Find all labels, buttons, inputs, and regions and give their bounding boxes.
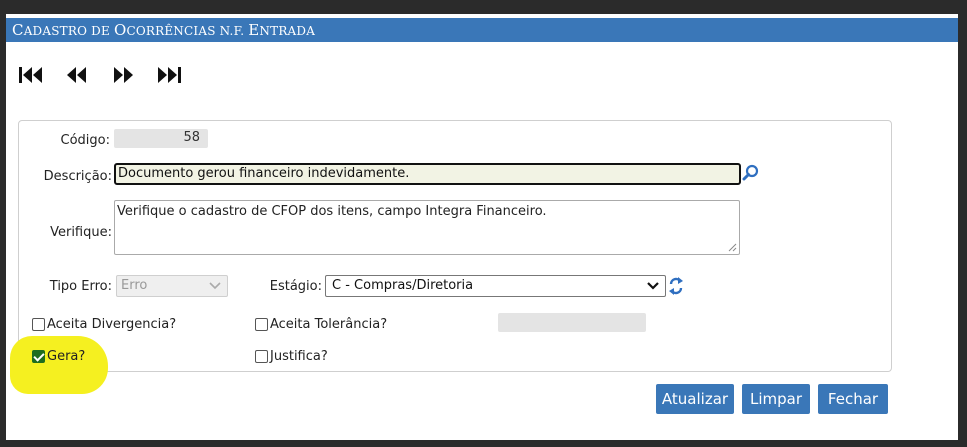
tipo-erro-value: Erro bbox=[121, 278, 148, 293]
verifique-label: Verifique: bbox=[50, 225, 112, 240]
aceita-divergencia-label: Aceita Divergencia? bbox=[47, 317, 177, 332]
tipo-erro-label: Tipo Erro: bbox=[49, 279, 112, 294]
title-part: CORRÊNCIAS N.F. bbox=[126, 24, 249, 38]
aceita-tolerancia-checkbox[interactable]: Aceita Tolerância? bbox=[255, 317, 387, 332]
first-record-icon[interactable] bbox=[18, 63, 44, 87]
justifica-checkbox[interactable]: Justifica? bbox=[255, 349, 328, 364]
verifique-text: Verifique o cadastro de CFOP dos itens, … bbox=[117, 204, 547, 219]
checkbox-box[interactable] bbox=[255, 318, 268, 331]
estagio-label: Estágio: bbox=[269, 279, 322, 294]
justifica-label: Justifica? bbox=[270, 349, 328, 364]
descricao-label: Descrição: bbox=[43, 169, 112, 184]
gera-checkbox[interactable]: Gera? bbox=[32, 349, 85, 364]
gera-label: Gera? bbox=[47, 349, 86, 364]
limpar-button[interactable]: Limpar bbox=[742, 384, 810, 414]
estagio-value: C - Compras/Diretoria bbox=[332, 278, 474, 293]
highlight-marker bbox=[10, 336, 108, 394]
resize-grip-icon[interactable] bbox=[728, 243, 737, 252]
aceita-divergencia-checkbox[interactable]: Aceita Divergencia? bbox=[32, 317, 176, 332]
search-icon[interactable] bbox=[742, 164, 760, 182]
next-record-icon[interactable] bbox=[110, 63, 136, 87]
descricao-input[interactable]: Documento gerou financeiro indevidamente… bbox=[114, 163, 741, 185]
chevron-down-icon bbox=[209, 282, 221, 290]
record-navigation bbox=[18, 60, 182, 90]
checkbox-box-checked[interactable] bbox=[32, 350, 45, 363]
checkbox-box[interactable] bbox=[255, 350, 268, 363]
atualizar-button[interactable]: Atualizar bbox=[656, 384, 734, 414]
previous-record-icon[interactable] bbox=[64, 63, 90, 87]
last-record-icon[interactable] bbox=[156, 63, 182, 87]
title-part: E bbox=[248, 21, 260, 39]
fechar-button[interactable]: Fechar bbox=[818, 384, 888, 414]
title-part: C bbox=[12, 21, 24, 39]
chevron-down-icon bbox=[647, 282, 659, 290]
checkbox-box[interactable] bbox=[32, 318, 45, 331]
codigo-field: 58 bbox=[114, 129, 208, 148]
title-part: ADASTRO DE bbox=[23, 24, 114, 38]
occurrence-window: CADASTRO DE OCORRÊNCIAS N.F. ENTRADA Cód… bbox=[6, 14, 958, 440]
aceita-tolerancia-label: Aceita Tolerância? bbox=[270, 317, 388, 332]
title-part: O bbox=[113, 21, 127, 39]
codigo-label: Código: bbox=[60, 133, 110, 148]
window-title: CADASTRO DE OCORRÊNCIAS N.F. ENTRADA bbox=[6, 18, 958, 42]
estagio-select[interactable]: C - Compras/Diretoria bbox=[325, 275, 666, 297]
tipo-erro-select: Erro bbox=[116, 275, 228, 297]
verifique-textarea[interactable]: Verifique o cadastro de CFOP dos itens, … bbox=[114, 200, 740, 255]
refresh-icon[interactable] bbox=[668, 276, 684, 296]
title-part: NTRADA bbox=[259, 24, 316, 38]
tolerance-value-field bbox=[498, 313, 646, 332]
